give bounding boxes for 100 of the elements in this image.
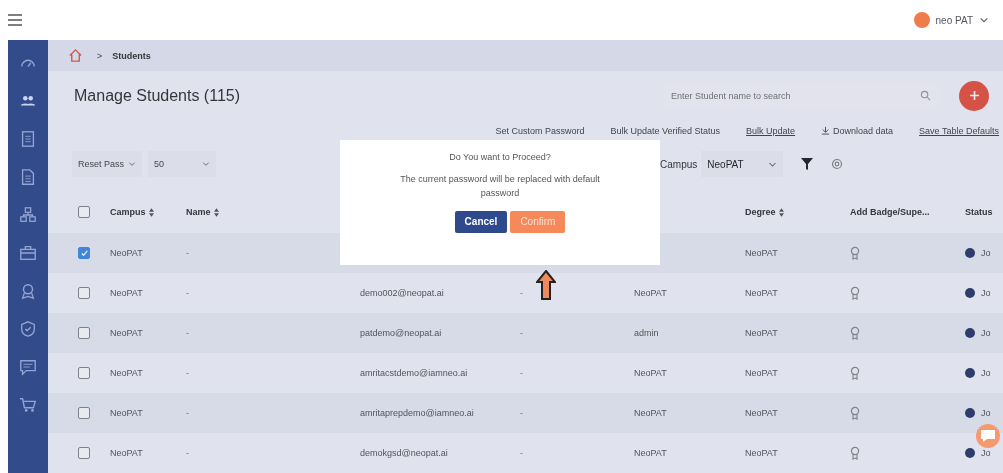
shield-check-icon[interactable] <box>19 320 37 338</box>
table-cell: NeoPAT <box>745 288 778 298</box>
campus-label: Campus <box>660 158 698 170</box>
chevron-down-icon <box>979 15 989 25</box>
dialog-message: The current password will be replaced with default password <box>399 173 601 201</box>
column-header[interactable]: Degree <box>745 207 784 217</box>
table-cell: NeoPAT <box>110 288 143 298</box>
table-cell: NeoPAT <box>634 408 667 418</box>
checkbox[interactable] <box>78 327 90 339</box>
table-cell: NeoPAT <box>110 248 143 258</box>
checkbox[interactable] <box>78 247 90 259</box>
award-icon[interactable] <box>850 326 860 340</box>
table-cell: NeoPAT <box>745 408 778 418</box>
action-link[interactable]: Bulk Update <box>746 125 796 136</box>
award-icon[interactable] <box>850 446 860 460</box>
action-link[interactable]: Save Table Defaults <box>919 125 999 136</box>
column-header[interactable]: Status <box>965 207 993 217</box>
table-cell: - <box>520 368 523 378</box>
settings-icon[interactable] <box>831 158 844 171</box>
checkbox[interactable] <box>78 287 90 299</box>
status-dot <box>965 448 975 458</box>
breadcrumb-item[interactable]: Students <box>112 50 151 61</box>
chat-icon[interactable] <box>19 358 37 376</box>
document-icon[interactable] <box>19 168 37 186</box>
download-link[interactable]: Download data <box>821 125 894 136</box>
status-text: Jo <box>981 448 991 458</box>
column-header[interactable]: Name <box>186 207 219 217</box>
table-cell: - <box>186 328 189 338</box>
dialog-title: Do You want to Proceed? <box>449 152 551 162</box>
table-cell: amritaprepdemo@iamneo.ai <box>360 408 474 418</box>
table-cell: - <box>520 448 523 458</box>
table-cell: demo002@neopat.ai <box>360 288 444 298</box>
column-header[interactable]: Add Badge/Supe... <box>850 207 930 217</box>
table-cell: - <box>186 368 189 378</box>
sort-icon <box>213 207 219 217</box>
column-header[interactable]: Campus <box>110 207 154 217</box>
filter-icon[interactable] <box>801 158 814 171</box>
table-cell: NeoPAT <box>634 448 667 458</box>
campus-dropdown[interactable]: NeoPAT <box>701 151 784 178</box>
cart-icon[interactable] <box>19 396 37 414</box>
award-icon[interactable] <box>850 246 860 260</box>
page-size-dropdown[interactable]: 50 <box>148 151 217 178</box>
table-cell: NeoPAT <box>110 408 143 418</box>
avatar <box>913 12 930 28</box>
checkbox[interactable] <box>78 206 90 218</box>
page-title: Manage Students (115) <box>74 86 242 105</box>
arrow-up-icon <box>536 270 556 300</box>
cancel-button[interactable]: Cancel <box>454 210 508 233</box>
plus-icon <box>968 90 980 101</box>
add-button[interactable] <box>959 80 989 111</box>
award-icon[interactable] <box>19 282 37 300</box>
table-cell: - <box>186 248 189 258</box>
status-dot <box>965 248 975 258</box>
table-cell: NeoPAT <box>110 328 143 338</box>
checkbox[interactable] <box>78 407 90 419</box>
download-icon <box>821 126 831 136</box>
table-cell: - <box>186 288 189 298</box>
table-cell: demokgsd@neopat.ai <box>360 448 448 458</box>
award-icon[interactable] <box>850 406 860 420</box>
briefcase-icon[interactable] <box>19 244 37 262</box>
table-cell: NeoPAT <box>745 448 778 458</box>
award-icon[interactable] <box>850 286 860 300</box>
breadcrumb-separator: > <box>97 50 103 61</box>
status-text: Jo <box>981 328 991 338</box>
sort-icon <box>148 207 154 217</box>
action-link[interactable]: Bulk Update Verified Status <box>610 125 721 136</box>
search-icon <box>920 90 931 101</box>
search-field[interactable]: Enter Student name to search <box>671 85 920 106</box>
award-icon[interactable] <box>850 366 860 380</box>
hierarchy-icon[interactable] <box>19 206 37 224</box>
document-icon[interactable] <box>19 130 37 148</box>
reset-dropdown[interactable]: Reset Pass <box>72 151 143 178</box>
table-cell: NeoPAT <box>634 288 667 298</box>
table-cell: - <box>186 448 189 458</box>
table-cell: amritacstdemo@iamneo.ai <box>360 368 468 378</box>
table-cell: - <box>520 408 523 418</box>
table-cell: NeoPAT <box>745 328 778 338</box>
action-link[interactable]: Set Custom Password <box>495 125 585 136</box>
speech-bubble-icon <box>980 429 996 443</box>
checkbox[interactable] <box>78 367 90 379</box>
chevron-down-icon <box>128 160 137 169</box>
status-text: Jo <box>981 248 991 258</box>
status-text: Jo <box>981 408 991 418</box>
user-name: neo PAT <box>935 14 973 26</box>
checkbox[interactable] <box>78 447 90 459</box>
menu-icon[interactable] <box>8 14 22 26</box>
status-dot <box>965 328 975 338</box>
user-menu[interactable]: neo PAT <box>913 12 989 28</box>
table-cell: NeoPAT <box>634 368 667 378</box>
status-dot <box>965 288 975 298</box>
home-icon[interactable] <box>68 48 83 64</box>
table-cell: NeoPAT <box>745 368 778 378</box>
check-icon <box>79 248 89 258</box>
status-dot <box>965 408 975 418</box>
table-cell: - <box>186 408 189 418</box>
status-dot <box>965 368 975 378</box>
table-cell: admin <box>634 328 659 338</box>
table-cell: - <box>520 288 523 298</box>
table-cell: patdemo@neopat.ai <box>360 328 442 338</box>
sort-icon <box>778 207 784 217</box>
